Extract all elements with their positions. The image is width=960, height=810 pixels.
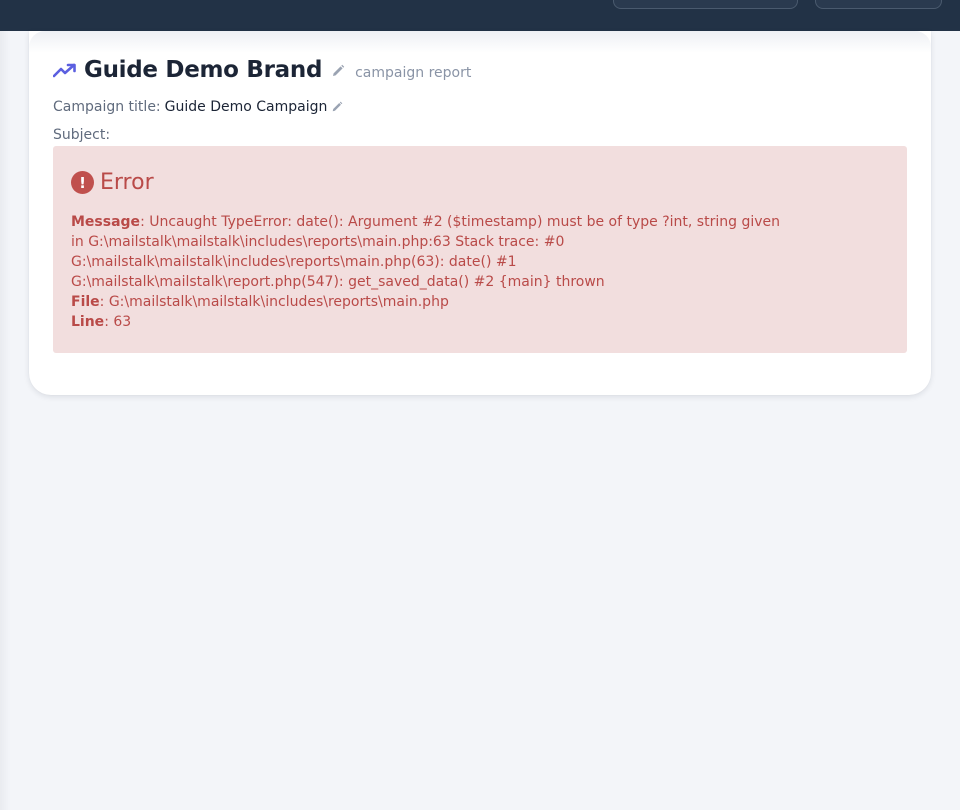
subject-line: Subject: bbox=[53, 127, 114, 143]
error-file-text: : G:\mailstalk\mailstalk\includes\report… bbox=[99, 294, 449, 310]
subject-label: Subject: bbox=[53, 127, 111, 143]
topbar-button-2[interactable] bbox=[815, 0, 942, 9]
error-alert: ! Error Message: Uncaught TypeError: dat… bbox=[53, 146, 907, 353]
error-message-text: : Uncaught TypeError: date(): Argument #… bbox=[71, 214, 780, 290]
error-heading: ! Error bbox=[71, 170, 154, 195]
report-type-label: campaign report bbox=[355, 65, 472, 81]
error-file: File: G:\mailstalk\mailstalk\includes\re… bbox=[71, 292, 791, 312]
card-top-fade bbox=[29, 31, 931, 53]
error-details: Message: Uncaught TypeError: date(): Arg… bbox=[71, 212, 791, 332]
trending-up-icon bbox=[52, 62, 77, 78]
sidebar-edge bbox=[0, 31, 10, 810]
campaign-title-label: Campaign title: bbox=[53, 99, 161, 115]
error-line: Line: 63 bbox=[71, 312, 791, 332]
title-row: Guide Demo Brand campaign report bbox=[52, 55, 472, 85]
error-file-label: File bbox=[71, 294, 100, 310]
error-line-label: Line bbox=[71, 314, 105, 330]
campaign-title-line: Campaign title: Guide Demo Campaign bbox=[53, 99, 343, 115]
edit-campaign-pencil-icon[interactable] bbox=[331, 101, 343, 113]
edit-brand-pencil-icon[interactable] bbox=[331, 63, 345, 77]
error-line-text: : 63 bbox=[104, 314, 132, 330]
exclamation-circle-icon: ! bbox=[71, 171, 94, 194]
brand-title: Guide Demo Brand bbox=[84, 57, 323, 83]
campaign-title-value: Guide Demo Campaign bbox=[164, 99, 328, 115]
topbar-button-1[interactable] bbox=[613, 0, 798, 9]
error-title: Error bbox=[100, 170, 154, 195]
error-message: Message: Uncaught TypeError: date(): Arg… bbox=[71, 212, 791, 292]
report-card: Guide Demo Brand campaign report Campaig… bbox=[29, 31, 931, 395]
top-navigation-bar bbox=[0, 0, 960, 31]
error-message-label: Message bbox=[71, 214, 141, 230]
